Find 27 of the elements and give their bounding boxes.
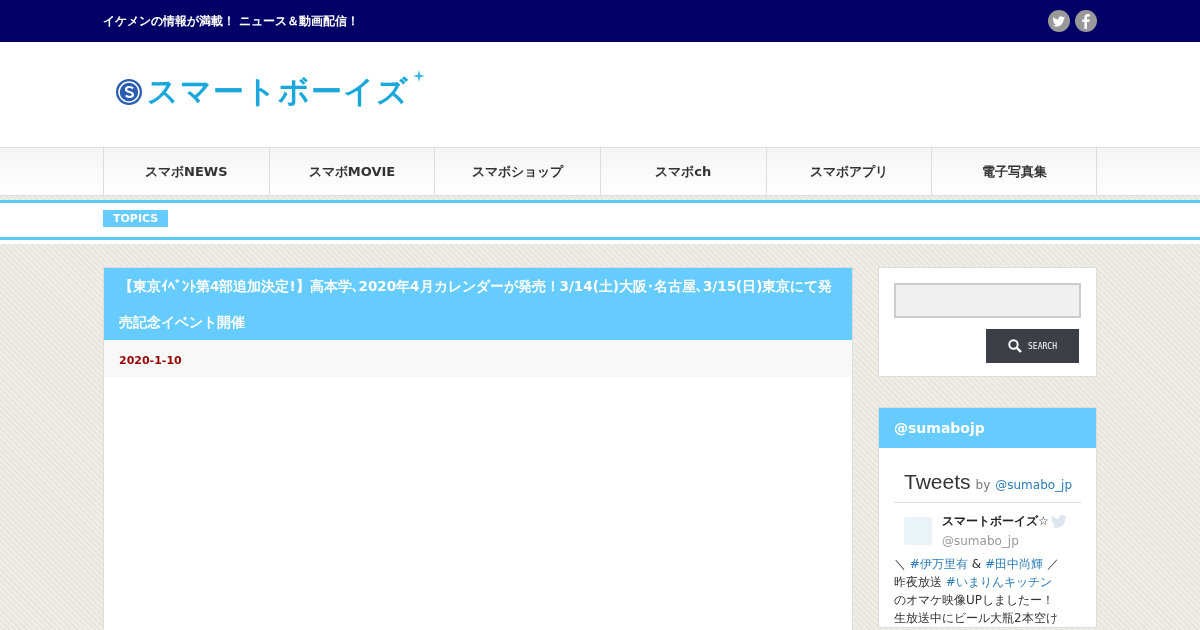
bird-icon	[1050, 515, 1067, 528]
tagline: イケメンの情報が満載！ ニュース＆動画配信！	[103, 12, 360, 30]
tweet-text: ＼ #伊万里有 & #田中尚輝 ／ 昨夜放送 #いまりんキッチン のオマケ映像UPしましたー！ 生放送中にビール大瓶2本空け	[894, 556, 1060, 627]
nav-menu-item[interactable]: スマボショップ	[434, 148, 600, 195]
account-link[interactable]: @sumabo_jp	[995, 478, 1073, 492]
nav-menu-item[interactable]: スマボアプリ	[765, 148, 932, 195]
search-field[interactable]	[894, 283, 1081, 318]
tweets-heading: Tweets	[904, 470, 971, 494]
nav-menu-item[interactable]: スマボMOVIE	[268, 148, 435, 195]
by-label: by	[975, 478, 991, 492]
sparkle-icon	[413, 70, 425, 82]
nav-menu-item[interactable]: スマボch	[600, 148, 766, 195]
nav-menu-item[interactable]: 電子写真集	[931, 148, 1098, 195]
facebook-f-icon[interactable]	[1075, 10, 1097, 32]
account-handle: @sumabo_jp	[942, 534, 1019, 548]
topics-label: TOPICS	[103, 210, 169, 227]
twitter-bird-icon[interactable]	[1048, 10, 1070, 32]
logo-s-icon	[115, 78, 143, 106]
article-date: 2020-1-10	[119, 354, 182, 367]
hashtag-link[interactable]: #伊万里有	[909, 557, 968, 571]
search-icon	[1008, 339, 1023, 353]
nav-menu-item[interactable]: スマボNEWS	[103, 148, 269, 195]
search-button[interactable]: SEARCH	[986, 329, 1079, 363]
account-name[interactable]: スマートボーイズ☆	[942, 513, 1049, 530]
widget-title: @sumabojp	[879, 408, 1096, 448]
hashtag-link[interactable]: #田中尚輝	[984, 557, 1043, 571]
hashtag-link[interactable]: #いまりんキッチン	[945, 575, 1052, 589]
